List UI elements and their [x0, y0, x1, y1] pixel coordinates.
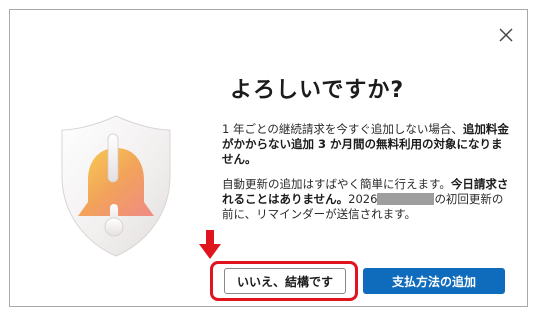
bell-shield-icon — [58, 112, 174, 260]
redacted-date — [377, 193, 435, 205]
screen: よろしいですか? 1 年ごとの継続請求を今すぐ追加しない場合、追加料金がかからな… — [0, 0, 541, 324]
red-arrow-icon — [199, 230, 221, 260]
paragraph-renewal-text: 自動更新の追加はすばやく簡単に行えます。 — [222, 177, 451, 191]
no-thanks-button[interactable]: いいえ、結構です — [224, 268, 346, 294]
paragraph-renewal: 自動更新の追加はすばやく簡単に行えます。今日請求されることはありません。2026… — [222, 177, 512, 222]
renewal-year: 2026 — [348, 192, 378, 206]
dialog-title: よろしいですか? — [230, 78, 405, 103]
paragraph-offer-text: 1 年ごとの継続請求を今すぐ追加しない場合、 — [222, 122, 463, 136]
add-payment-method-button[interactable]: 支払方法の追加 — [363, 268, 505, 294]
close-icon[interactable] — [497, 26, 515, 44]
paragraph-offer: 1 年ごとの継続請求を今すぐ追加しない場合、追加料金がかからない追加 3 か月間… — [222, 122, 512, 167]
